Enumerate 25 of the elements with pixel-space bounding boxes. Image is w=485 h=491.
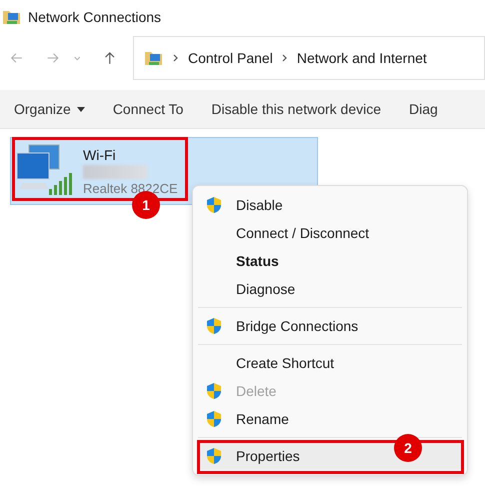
toolbar-button[interactable]: Diag <box>399 97 448 121</box>
shield-icon <box>206 317 222 335</box>
shield-icon <box>206 382 222 400</box>
chevron-right-icon <box>280 53 289 63</box>
toolbar-button[interactable]: Organize <box>4 97 95 121</box>
address-bar[interactable]: Control Panel Network and Internet <box>133 36 485 80</box>
menu-item[interactable]: Rename <box>198 405 462 433</box>
chevron-right-icon <box>172 53 180 63</box>
up-arrow-icon[interactable] <box>103 50 117 66</box>
breadcrumb-item[interactable]: Control Panel <box>188 50 273 66</box>
shield-icon <box>206 196 222 214</box>
shield-icon <box>206 410 222 428</box>
breadcrumb-item[interactable]: Network and Internet <box>296 50 427 66</box>
menu-item[interactable]: Create Shortcut <box>198 349 462 377</box>
menu-item[interactable]: Diagnose <box>198 275 462 303</box>
shield-icon <box>206 447 222 465</box>
toolbar-button[interactable]: Disable this network device <box>201 97 392 121</box>
window-title: Network Connections <box>28 9 162 25</box>
menu-item[interactable]: Connect / Disconnect <box>198 219 462 247</box>
blurred-network-name <box>83 164 147 178</box>
toolbar-button[interactable]: Connect To <box>102 97 194 121</box>
menu-item[interactable]: Bridge Connections <box>198 312 462 340</box>
connection-name: Wi-Fi <box>83 146 117 162</box>
menu-item[interactable]: Status <box>198 247 462 275</box>
dropdown-caret-icon <box>76 106 85 112</box>
